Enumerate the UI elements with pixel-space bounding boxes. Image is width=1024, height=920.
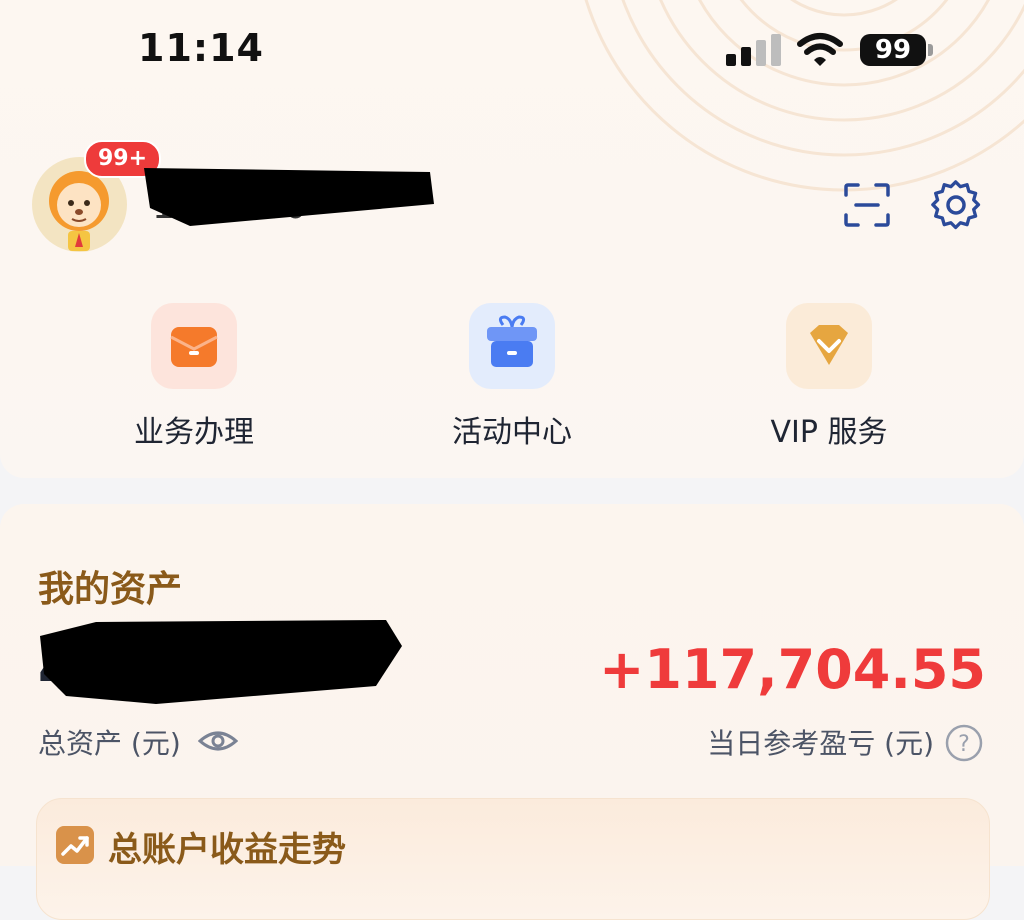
briefcase-icon — [151, 303, 237, 389]
daily-pnl-value: +117,704.55 — [599, 638, 986, 701]
status-bar: 11:14 99 — [0, 0, 1024, 100]
redaction-scribble — [40, 620, 402, 704]
battery-tip — [928, 44, 933, 56]
scan-icon[interactable] — [842, 181, 892, 229]
redaction-scribble — [144, 168, 434, 226]
question-icon[interactable]: ? — [944, 723, 984, 763]
eye-icon[interactable] — [198, 725, 238, 757]
total-assets-label: 总资产 (元) — [38, 727, 181, 760]
gear-icon[interactable] — [930, 180, 982, 230]
quick-action-label: VIP 服务 — [770, 415, 888, 450]
wifi-icon — [797, 33, 843, 66]
quick-action-label: 业务办理 — [134, 415, 254, 450]
quick-action-vip[interactable]: VIP 服务 — [729, 303, 929, 451]
quick-action-business[interactable]: 业务办理 — [94, 303, 294, 451]
status-time: 11:14 — [138, 26, 264, 70]
assets-title: 我的资产 — [38, 569, 183, 610]
diamond-icon — [786, 303, 872, 389]
daily-pnl-label: 当日参考盈亏 (元) — [707, 727, 934, 760]
cellular-signal-icon — [726, 34, 781, 66]
battery-indicator: 99 — [860, 34, 926, 66]
trend-title: 总账户收益走势 — [108, 830, 346, 870]
quick-action-activity[interactable]: 活动中心 — [412, 303, 612, 451]
svg-text:?: ? — [958, 732, 970, 757]
trend-chart-icon — [56, 826, 94, 864]
quick-action-label: 活动中心 — [452, 415, 572, 450]
gift-icon — [469, 303, 555, 389]
